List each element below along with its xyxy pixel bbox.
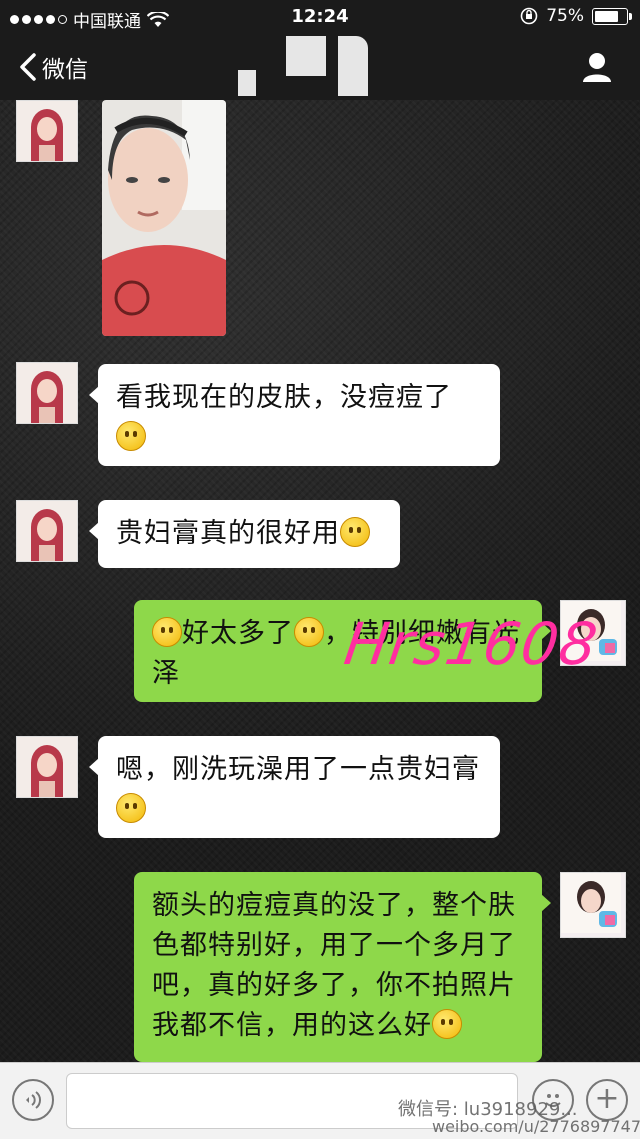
message-text-part: 好太多了 <box>182 618 294 649</box>
image-watermark: Hrs1608 <box>340 610 603 678</box>
nav-bar: 微信 <box>0 34 640 100</box>
more-button[interactable]: + <box>586 1079 628 1121</box>
footer-watermark-url: weibo.com/u/2776897747 <box>432 1117 640 1136</box>
voice-input-button[interactable] <box>12 1079 54 1121</box>
message-text: 嗯，刚洗玩澡用了一点贵妇膏 <box>116 754 480 785</box>
contact-avatar[interactable] <box>16 500 78 562</box>
obscured-contact-name <box>238 34 378 98</box>
message-bubble-incoming[interactable]: 贵妇膏真的很好用 <box>89 500 400 568</box>
wink-emoji-icon <box>116 793 146 823</box>
chat-area[interactable]: 看我现在的皮肤，没痘痘了 贵妇膏真的很好用 好太多了 ，特别细嫩有光泽 Hrs16… <box>0 100 640 1062</box>
rotation-lock-icon <box>520 7 538 25</box>
smile-emoji-icon <box>116 421 146 451</box>
battery-percent: 75% <box>546 6 584 26</box>
laugh-emoji-icon <box>294 617 324 647</box>
status-bar: 中国联通 12:24 75% <box>0 0 640 34</box>
message-bubble-incoming[interactable]: 看我现在的皮肤，没痘痘了 <box>89 364 500 466</box>
back-label: 微信 <box>42 57 88 83</box>
smile-emoji-icon <box>432 1009 462 1039</box>
voice-icon <box>26 1091 41 1109</box>
contact-avatar[interactable] <box>16 362 78 424</box>
top-bar: 中国联通 12:24 75% 微信 <box>0 0 640 100</box>
smile-emoji-icon <box>340 517 370 547</box>
input-bar: + 微信号: lu3918929... weibo.com/u/27768977… <box>0 1062 640 1139</box>
plus-icon: + <box>594 1081 620 1116</box>
back-button[interactable]: 微信 <box>18 50 88 84</box>
my-avatar[interactable] <box>560 872 626 938</box>
grin-emoji-icon <box>152 617 182 647</box>
message-text: 看我现在的皮肤，没痘痘了 <box>116 382 452 413</box>
chevron-left-icon <box>20 53 36 81</box>
battery-icon <box>592 7 632 25</box>
message-bubble-incoming[interactable]: 嗯，刚洗玩澡用了一点贵妇膏 <box>89 736 500 838</box>
contact-avatar[interactable] <box>16 100 78 162</box>
message-text: 额头的痘痘真的没了，整个肤色都特别好，用了一个多月了吧，真的好多了，你不拍照片我… <box>152 890 516 1041</box>
message-bubble-outgoing[interactable]: 额头的痘痘真的没了，整个肤色都特别好，用了一个多月了吧，真的好多了，你不拍照片我… <box>134 872 551 1062</box>
shared-photo[interactable] <box>102 100 226 336</box>
contact-avatar[interactable] <box>16 736 78 798</box>
message-text: 贵妇膏真的很好用 <box>116 518 340 549</box>
contact-profile-icon[interactable] <box>580 50 614 84</box>
